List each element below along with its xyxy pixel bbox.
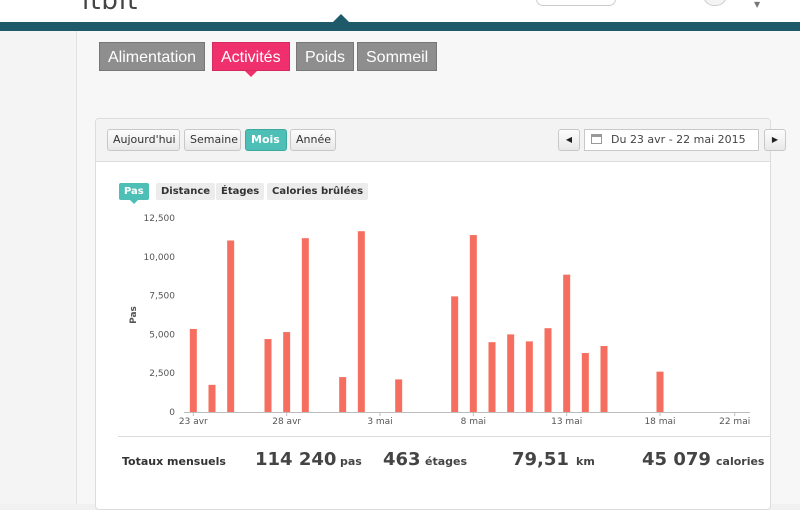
bar-9-mai[interactable] [488, 342, 496, 412]
date-range-label: Du 23 avr - 22 mai 2015 [611, 133, 746, 146]
y-tick-label: 0 [169, 408, 175, 418]
bar-24-avr[interactable] [208, 384, 216, 412]
x-tick-label: 3 mai [367, 417, 392, 427]
x-tick-label: 28 avr [272, 417, 301, 427]
search-input[interactable] [536, 0, 616, 6]
date-range-picker[interactable]: Du 23 avr - 22 mai 2015 [584, 129, 759, 151]
bar-27-avr[interactable] [264, 339, 272, 412]
y-tick-label: 10,000 [144, 253, 176, 263]
metric-tab-floors[interactable]: Étages [216, 183, 265, 200]
tab-sommeil[interactable]: Sommeil [357, 42, 438, 71]
prev-period-button[interactable]: ◀ [558, 129, 580, 151]
steps-bar-chart: 0 2,500 5,000 7,500 10,000 12,500 Pas 23 avr 2… [129, 214, 750, 427]
tab-poids[interactable]: Poids [296, 42, 355, 71]
metric-tab-steps[interactable]: Pas [119, 183, 149, 200]
header-rule [0, 22, 800, 31]
y-axis-label: Pas [129, 306, 139, 324]
bar-10-mai[interactable] [507, 334, 515, 412]
y-tick-label: 7,500 [149, 292, 175, 302]
x-tick-label: 18 mai [644, 417, 675, 427]
period-today-button[interactable]: Aujourd'hui [107, 129, 180, 151]
bar-18-mai[interactable] [656, 371, 664, 412]
y-tick-label: 2,500 [149, 369, 175, 379]
period-month-button[interactable]: Mois [245, 129, 287, 151]
bar-23-avr[interactable] [189, 328, 197, 412]
next-period-button[interactable]: ▶ [764, 129, 786, 151]
bar-11-mai[interactable] [525, 341, 533, 412]
floors-total: 463 [383, 449, 421, 470]
metric-tab-calories[interactable]: Calories brûlées [267, 183, 369, 200]
bar-2-mai[interactable] [357, 231, 365, 412]
bar-4-mai[interactable] [395, 379, 403, 412]
tab-alimentation[interactable]: Alimentation [99, 42, 206, 71]
bar-7-mai[interactable] [451, 296, 459, 412]
x-tick-label: 8 mai [461, 417, 486, 427]
x-tick-label: 13 mai [551, 417, 582, 427]
totals-label: Totaux mensuels [122, 455, 226, 468]
chevron-left-icon: ◀ [565, 135, 573, 144]
top-bar: itbit ▼ [0, 0, 800, 22]
tab-activites[interactable]: Activités [212, 42, 290, 71]
chevron-down-icon[interactable]: ▼ [754, 0, 760, 9]
avatar[interactable] [703, 0, 727, 6]
bar-12-mai[interactable] [544, 328, 552, 412]
bar-13-mai[interactable] [563, 274, 571, 412]
bar-29-avr[interactable] [301, 238, 309, 412]
bar-15-mai[interactable] [600, 346, 608, 412]
calories-unit: calories [716, 455, 765, 468]
left-margin [0, 31, 77, 504]
chevron-right-icon: ▶ [771, 135, 779, 144]
bar-14-mai[interactable] [581, 353, 589, 412]
bar-25-avr[interactable] [227, 240, 235, 412]
y-tick-label: 12,500 [144, 214, 176, 224]
y-tick-label: 5,000 [149, 330, 175, 340]
metric-tab-distance[interactable]: Distance [156, 183, 216, 200]
calendar-icon [591, 134, 602, 144]
steps-unit: pas [340, 455, 362, 468]
totals-divider [118, 436, 771, 437]
bar-28-avr[interactable] [283, 332, 291, 412]
bar-1-mai[interactable] [339, 377, 347, 412]
logo[interactable]: itbit [82, 0, 138, 16]
active-tab-indicator [245, 71, 257, 77]
distance-unit: km [576, 455, 595, 468]
steps-total: 114 240 [255, 449, 337, 470]
period-week-button[interactable]: Semaine [184, 129, 241, 151]
bar-8-mai[interactable] [469, 235, 477, 412]
x-tick-label: 23 avr [179, 417, 208, 427]
floors-unit: étages [425, 455, 468, 468]
calories-total: 45 079 [642, 449, 711, 470]
distance-total: 79,51 [512, 449, 569, 470]
x-tick-label: 22 mai [719, 417, 750, 427]
period-year-button[interactable]: Année [290, 129, 336, 151]
